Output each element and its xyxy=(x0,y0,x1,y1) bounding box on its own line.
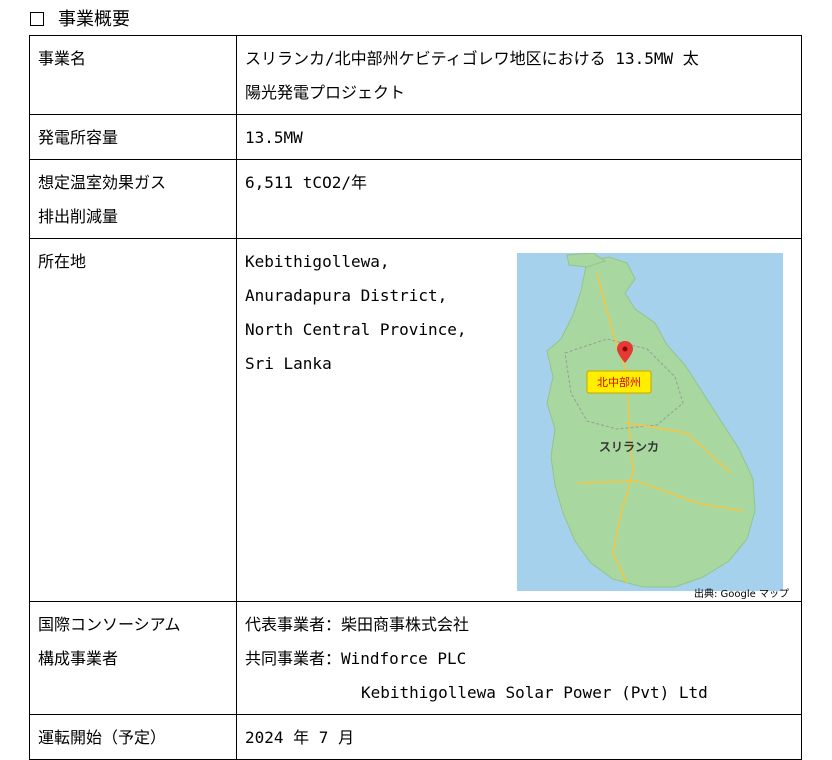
row-operation-start: 運転開始（予定） 2024 年 7 月 xyxy=(29,714,802,760)
value-line: スリランカ/北中部州ケビティゴレワ地区における 13.5MW 太 xyxy=(245,49,699,68)
co-operator-company: Windforce PLC xyxy=(341,649,467,668)
row-location: 所在地 Kebithigollewa, Anuradapura District… xyxy=(29,238,802,602)
value-operation-start: 2024 年 7 月 xyxy=(236,714,802,760)
label-consortium: 国際コンソーシアム 構成事業者 xyxy=(29,601,237,715)
value-ghg-reduction: 6,511 tCO2/年 xyxy=(236,159,802,239)
project-summary-table: 事業名 スリランカ/北中部州ケビティゴレワ地区における 13.5MW 太 陽光発… xyxy=(29,35,802,760)
co-operator-line: 共同事業者：Windforce PLC xyxy=(245,642,793,676)
province-label: 北中部州 xyxy=(597,375,641,389)
row-project-name: 事業名 スリランカ/北中部州ケビティゴレワ地区における 13.5MW 太 陽光発… xyxy=(29,35,802,115)
row-ghg-reduction: 想定温室効果ガス 排出削減量 6,511 tCO2/年 xyxy=(29,159,802,239)
label-operation-start: 運転開始（予定） xyxy=(29,714,237,760)
section-heading: 事業概要 xyxy=(30,8,130,32)
label-ghg-reduction: 想定温室効果ガス 排出削減量 xyxy=(29,159,237,239)
label-project-name: 事業名 xyxy=(29,35,237,115)
value-consortium: 代表事業者：柴田商事株式会社 共同事業者：Windforce PLC Kebit… xyxy=(236,601,802,715)
section-heading-text: 事業概要 xyxy=(58,9,130,30)
representative-company: 柴田商事株式会社 xyxy=(341,615,470,634)
value-line: 陽光発電プロジェクト xyxy=(245,83,406,102)
value-location: Kebithigollewa, Anuradapura District, No… xyxy=(236,238,802,602)
representative-label: 代表事業者： xyxy=(245,615,342,634)
label-line: 構成事業者 xyxy=(38,649,119,668)
label-line: 想定温室効果ガス xyxy=(38,173,167,192)
value-project-name: スリランカ/北中部州ケビティゴレワ地区における 13.5MW 太 陽光発電プロジ… xyxy=(236,35,802,115)
co-operator-label: 共同事業者： xyxy=(245,649,342,668)
co-operator-company: Kebithigollewa Solar Power (Pvt) Ltd xyxy=(361,683,708,702)
sri-lanka-map: 北中部州 スリランカ xyxy=(517,253,783,591)
value-capacity: 13.5MW xyxy=(236,114,802,160)
label-line: 国際コンソーシアム xyxy=(38,615,181,634)
row-consortium: 国際コンソーシアム 構成事業者 代表事業者：柴田商事株式会社 共同事業者：Win… xyxy=(29,601,802,715)
checkbox-square-icon xyxy=(30,12,44,26)
map-credit: 出典: Google マップ xyxy=(694,589,789,600)
label-location: 所在地 xyxy=(29,238,237,602)
label-capacity: 発電所容量 xyxy=(29,114,237,160)
row-capacity: 発電所容量 13.5MW xyxy=(29,114,802,160)
label-line: 排出削減量 xyxy=(38,207,119,226)
representative-line: 代表事業者：柴田商事株式会社 xyxy=(245,608,793,642)
country-label: スリランカ xyxy=(599,440,659,454)
